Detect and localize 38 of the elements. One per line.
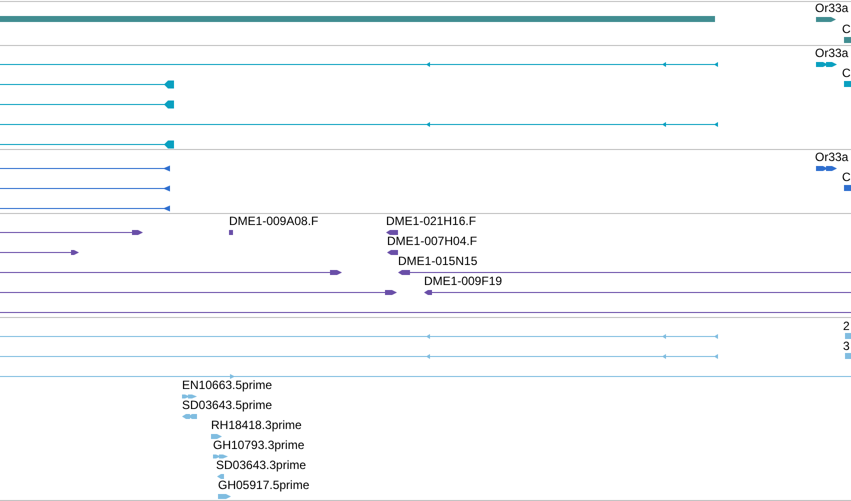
- gene-feature[interactable]: [0, 62, 718, 67]
- gene-feature[interactable]: [0, 186, 170, 192]
- feature-label: RH18418.3prime: [211, 418, 302, 432]
- gene-feature[interactable]: [0, 166, 170, 172]
- feature-label: SD03643.5prime: [182, 398, 272, 412]
- gene-feature[interactable]: [0, 140, 174, 148]
- gene-feature[interactable]: [0, 230, 143, 235]
- gene-feature[interactable]: [0, 270, 342, 275]
- gene-feature[interactable]: [0, 100, 174, 108]
- gene-feature[interactable]: [0, 80, 174, 88]
- feature-label: DME1-009F19: [424, 274, 502, 288]
- feature-label: 2: [843, 319, 850, 333]
- gene-feature[interactable]: [386, 230, 398, 235]
- feature-label: DME1-021H16.F: [386, 214, 476, 228]
- gene-feature[interactable]: [387, 250, 398, 255]
- gene-feature[interactable]: [816, 166, 837, 171]
- gene-feature[interactable]: [816, 62, 837, 67]
- gene-feature[interactable]: [424, 290, 851, 295]
- gene-feature[interactable]: [0, 250, 79, 255]
- feature-label: SD03643.3prime: [216, 458, 306, 472]
- gene-feature[interactable]: [816, 17, 836, 22]
- feature-label: Or33a: [815, 46, 848, 60]
- feature-label: GH10793.3prime: [213, 438, 304, 452]
- feature-label: 3: [843, 339, 850, 353]
- feature-label: C: [842, 170, 851, 184]
- feature-label: DME1-009A08.F: [229, 214, 318, 228]
- gene-feature[interactable]: [398, 270, 851, 275]
- feature-label: C: [842, 66, 851, 80]
- gene-feature[interactable]: [0, 122, 718, 127]
- feature-label: Or33a: [815, 150, 848, 164]
- feature-label: Or33a: [815, 1, 848, 15]
- feature-label: DME1-007H04.F: [387, 234, 478, 248]
- feature-label: DME1-015N15: [398, 254, 478, 268]
- gene-feature[interactable]: [0, 290, 397, 295]
- feature-label: C: [842, 22, 851, 36]
- gene-feature[interactable]: [0, 206, 170, 212]
- feature-label: EN10663.5prime: [182, 378, 272, 392]
- feature-label: GH05917.5prime: [218, 478, 310, 492]
